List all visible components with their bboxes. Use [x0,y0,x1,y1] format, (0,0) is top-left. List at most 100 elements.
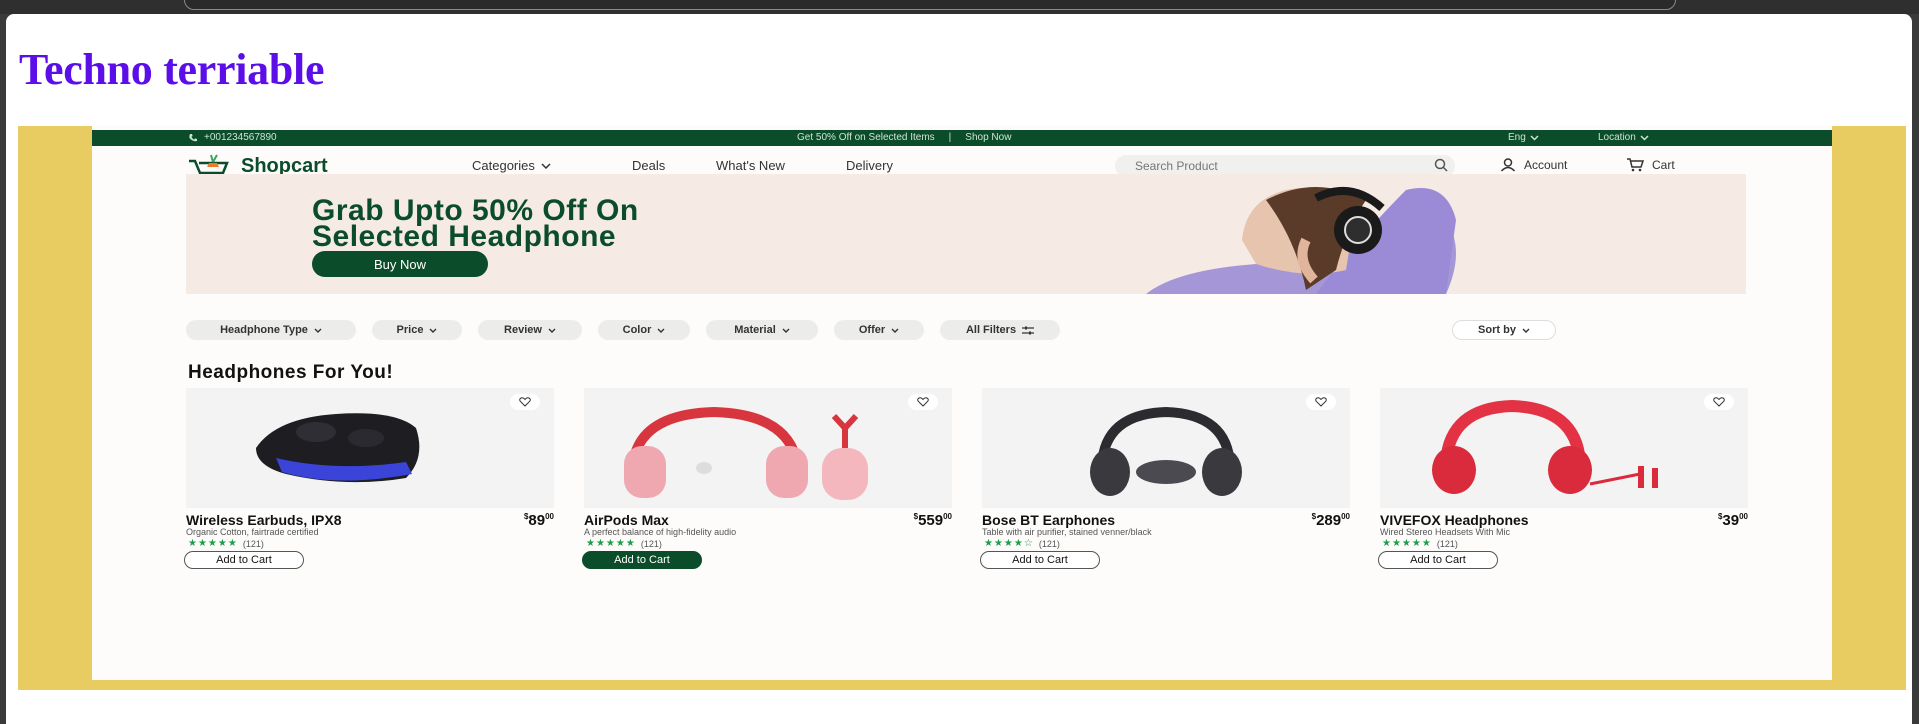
nav-deals[interactable]: Deals [632,158,665,173]
product-card[interactable]: VIVEFOX Headphones $3900 Wired Stereo He… [1378,388,1748,570]
nav-delivery[interactable]: Delivery [846,158,893,173]
filter-label: Price [396,324,424,336]
promo-separator: | [948,132,952,143]
chevron-down-icon [429,328,437,333]
cart-link[interactable]: Cart [1626,158,1675,172]
sort-label: Sort by [1478,324,1516,336]
star-icons: ★★★★★ [188,538,238,549]
add-to-cart-button[interactable]: Add to Cart [1378,551,1498,569]
wishlist-button[interactable] [908,394,938,410]
chevron-down-icon [782,328,790,333]
chevron-down-icon [1530,134,1539,141]
product-rating: ★★★★☆ (121) [984,538,1060,549]
product-price: $3900 [1718,512,1748,529]
add-to-cart-button[interactable]: Add to Cart [980,551,1100,569]
add-to-cart-button[interactable]: Add to Cart [184,551,304,569]
filter-price[interactable]: Price [372,320,462,340]
product-name: Bose BT Earphones [982,512,1116,528]
product-image-area [1380,388,1748,508]
rating-count: (121) [242,538,264,549]
product-card[interactable]: Wireless Earbuds, IPX8 $8900 Organic Cot… [184,388,554,570]
product-name: AirPods Max [584,512,669,528]
phone-number: +001234567890 [204,132,277,143]
add-to-cart-button[interactable]: Add to Cart [582,551,702,569]
rating-count: (121) [1436,538,1458,549]
location-label: Location [1598,132,1636,143]
product-description: A perfect balance of high-fidelity audio [584,527,737,537]
search-icon[interactable] [1434,158,1448,172]
star-icons: ★★★★★ [586,538,636,549]
nav-categories[interactable]: Categories [472,158,551,173]
product-price: $55900 [914,512,952,529]
bose-headphones-image [1090,406,1242,496]
price-cents: 00 [1739,512,1748,521]
product-price: $28900 [1312,512,1350,529]
price-amount: 89 [528,512,546,529]
filter-label: Color [622,324,652,336]
earbuds-image [256,413,420,483]
cart-icon [1627,158,1644,172]
hero-title-line2: Selected Headphone [312,220,617,253]
top-bar: +001234567890 Get 50% Off on Selected It… [92,130,1832,146]
chevron-down-icon [541,162,551,169]
filter-review[interactable]: Review [478,320,582,340]
page-title: Techno terriable [19,45,325,94]
account-label: Account [1524,158,1568,172]
phone-icon [189,133,197,141]
product-rating: ★★★★★ (121) [188,538,264,549]
heart-icon [519,397,531,407]
chevron-down-icon [314,328,322,333]
filter-headphone-type[interactable]: Headphone Type [186,320,356,340]
browser-chrome [0,0,1919,14]
rating-count: (121) [1038,538,1060,549]
filter-offer[interactable]: Offer [834,320,924,340]
chevron-down-icon [1640,134,1649,141]
hero-title: Grab Upto 50% Off On Selected Headphone [312,196,932,253]
heart-icon [1315,397,1327,407]
cart-label: Cart [1652,158,1675,172]
airpods-max-image [624,406,868,500]
product-description: Organic Cotton, fairtrade certified [186,527,319,537]
price-amount: 289 [1316,512,1342,529]
price-cents: 00 [545,512,554,521]
chevron-down-icon [548,328,556,333]
wishlist-button[interactable] [510,394,540,410]
product-card[interactable]: AirPods Max $55900 A perfect balance of … [582,388,952,570]
wishlist-button[interactable] [1704,394,1734,410]
promo-banner: Get 50% Off on Selected Items | Shop Now [797,132,1011,143]
buy-now-button[interactable]: Buy Now [312,251,488,277]
screenshot-frame: +001234567890 Get 50% Off on Selected It… [18,126,1906,690]
language-selector[interactable]: Eng [1508,132,1539,143]
product-image-area [982,388,1350,508]
product-card[interactable]: Bose BT Earphones $28900 Table with air … [980,388,1350,570]
all-filters-button[interactable]: All Filters [940,320,1060,340]
shop-now-link[interactable]: Shop Now [965,132,1011,143]
user-icon [1500,158,1516,172]
filter-material[interactable]: Material [706,320,818,340]
product-name: VIVEFOX Headphones [1380,512,1529,528]
heart-icon [917,397,929,407]
filter-label: Offer [858,324,886,336]
star-icons: ★★★★★ [1382,538,1432,549]
price-cents: 00 [943,512,952,521]
address-bar[interactable] [184,0,1676,10]
promo-text: Get 50% Off on Selected Items [797,132,935,143]
sort-by-dropdown[interactable]: Sort by [1452,320,1556,340]
sliders-icon [1022,326,1035,334]
vivefox-headphones-image [1432,399,1658,494]
product-image-area [186,388,554,508]
shop-screenshot: +001234567890 Get 50% Off on Selected It… [92,126,1832,680]
product-description: Wired Stereo Headsets With Mic [1380,527,1511,537]
filter-bar: Headphone Type Price Review Color Materi… [186,320,1746,340]
chevron-down-icon [891,328,899,333]
wishlist-button[interactable] [1306,394,1336,410]
filter-color[interactable]: Color [598,320,690,340]
filter-label: Review [504,324,542,336]
product-rating: ★★★★★ (121) [586,538,662,549]
nav-whats-new[interactable]: What's New [716,158,785,173]
chevron-down-icon [657,328,665,333]
product-name: Wireless Earbuds, IPX8 [186,512,342,528]
language-label: Eng [1508,132,1526,143]
location-selector[interactable]: Location [1598,132,1649,143]
account-link[interactable]: Account [1500,158,1567,172]
